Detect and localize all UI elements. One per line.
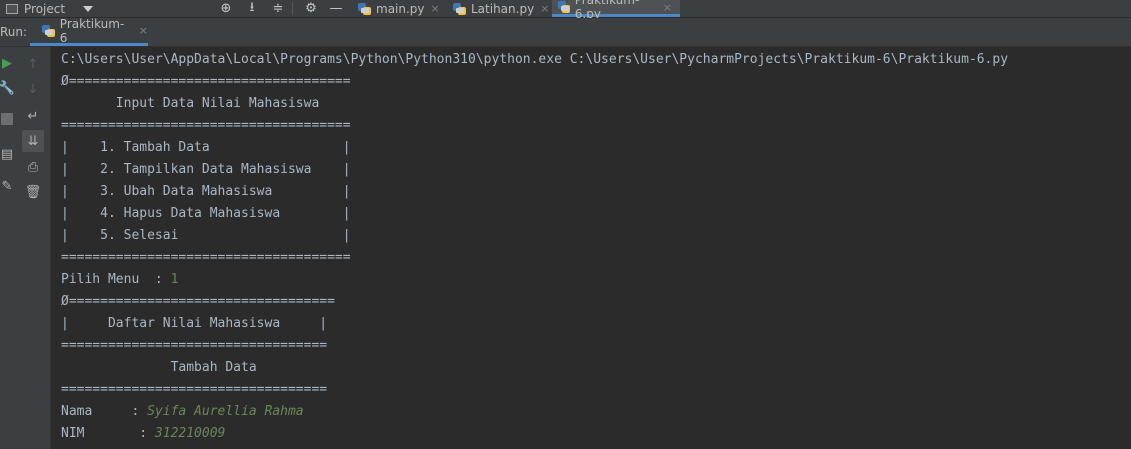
run-icon[interactable]: ▶ <box>0 55 14 71</box>
prompt-text: Nama : <box>61 404 148 419</box>
console-toolbar: ↑ ↓ ↵ ⇊ ⎙ 🗑 <box>16 47 51 449</box>
console-line-prompt: NIM : 312210009 <box>61 423 225 445</box>
tab-latihan-py[interactable]: Latihan.py × <box>447 0 557 17</box>
console-line-menu-option: | 2. Tampilkan Data Mahasiswa | <box>61 162 351 177</box>
outer-toolbar: ▶ 🔧 ▤ ✎ <box>0 47 16 449</box>
tab-label: Latihan.py <box>471 1 535 16</box>
user-input-value: 312210009 <box>154 426 226 441</box>
print-icon[interactable]: ⎙ <box>22 156 44 178</box>
tab-label: main.py <box>376 1 425 16</box>
console-line: Ø================================== <box>61 294 335 309</box>
minimize-icon[interactable]: — <box>328 0 344 17</box>
console-line-menu-option: | 1. Tambah Data | <box>61 140 351 155</box>
expand-all-icon[interactable]: ≑ <box>270 0 286 17</box>
trash-icon[interactable]: 🗑 <box>22 181 44 203</box>
console-line: Ø==================================== <box>61 74 351 89</box>
stop-icon[interactable] <box>1 113 13 125</box>
tab-praktikum-6-py[interactable]: Praktikum-6.py × <box>552 0 680 21</box>
console-line-section-title: | Daftar Nilai Mahasiswa | <box>61 316 328 331</box>
user-input-value: 1 <box>170 272 179 287</box>
close-icon[interactable]: × <box>431 2 440 15</box>
console-line-menu-title: Input Data Nilai Mahasiswa <box>61 96 320 111</box>
crosshair-icon[interactable]: ⊕ <box>218 0 234 17</box>
console-line-menu-option: | 5. Selesai | <box>61 228 351 243</box>
console-line: ================================== <box>61 382 328 397</box>
chevron-down-icon[interactable] <box>83 5 94 12</box>
tab-main-py[interactable]: main.py × <box>352 0 448 17</box>
prompt-text: NIM : <box>61 426 155 441</box>
console-output[interactable]: C:\Users\User\AppData\Local\Programs\Pyt… <box>51 47 1131 449</box>
project-tool-window-button[interactable]: Project <box>0 0 94 17</box>
console-line-section-title: Tambah Data <box>61 360 257 375</box>
python-file-icon <box>358 2 371 15</box>
project-label: Project <box>24 1 66 16</box>
pin-icon[interactable]: ✎ <box>0 179 14 194</box>
python-file-icon <box>453 2 466 15</box>
run-tab-praktikum-6[interactable]: Praktikum-6 × <box>30 16 148 46</box>
wrench-icon[interactable]: 🔧 <box>0 80 15 96</box>
gear-icon[interactable]: ⚙ <box>303 0 319 17</box>
down-arrow-icon[interactable]: ↓ <box>22 78 44 100</box>
python-file-icon <box>558 1 570 13</box>
collapse-all-icon[interactable]: ⭳ <box>244 0 260 17</box>
run-label: Run: <box>0 25 28 39</box>
close-icon[interactable]: × <box>663 1 672 14</box>
console-line: ===================================== <box>61 250 351 265</box>
project-folder-icon <box>6 3 18 14</box>
console-line: ================================== <box>61 338 328 353</box>
top-tab-bar: Project ⊕ ⭳ ≑ ⚙ — main.py × Latihan.py ×… <box>0 0 1131 21</box>
run-tab-label: Praktikum-6 <box>59 16 125 45</box>
console-line-prompt: Nama : Syifa Aurellia Rahma <box>61 401 304 423</box>
toolbar-divider <box>292 2 293 15</box>
up-arrow-icon[interactable]: ↑ <box>22 53 44 75</box>
console-line-menu-option: | 4. Hapus Data Mahasiswa | <box>61 206 351 221</box>
python-file-icon <box>42 24 55 37</box>
console-line-menu-option: | 3. Ubah Data Mahasiswa | <box>61 184 351 199</box>
user-input-value: Syifa Aurellia Rahma <box>147 404 304 419</box>
console-line: ===================================== <box>61 118 351 133</box>
prompt-text: Pilih Menu : <box>61 272 171 287</box>
layout-icon[interactable]: ▤ <box>0 147 14 162</box>
console-line-command: C:\Users\User\AppData\Local\Programs\Pyt… <box>61 52 1009 67</box>
close-icon[interactable]: × <box>139 24 148 37</box>
close-icon[interactable]: × <box>540 2 549 15</box>
run-tool-window-header: Run: Praktikum-6 × <box>0 16 1131 47</box>
scroll-to-end-icon[interactable]: ⇊ <box>22 130 44 152</box>
soft-wrap-icon[interactable]: ↵ <box>22 105 44 127</box>
console-line-prompt: Pilih Menu : 1 <box>61 269 178 291</box>
